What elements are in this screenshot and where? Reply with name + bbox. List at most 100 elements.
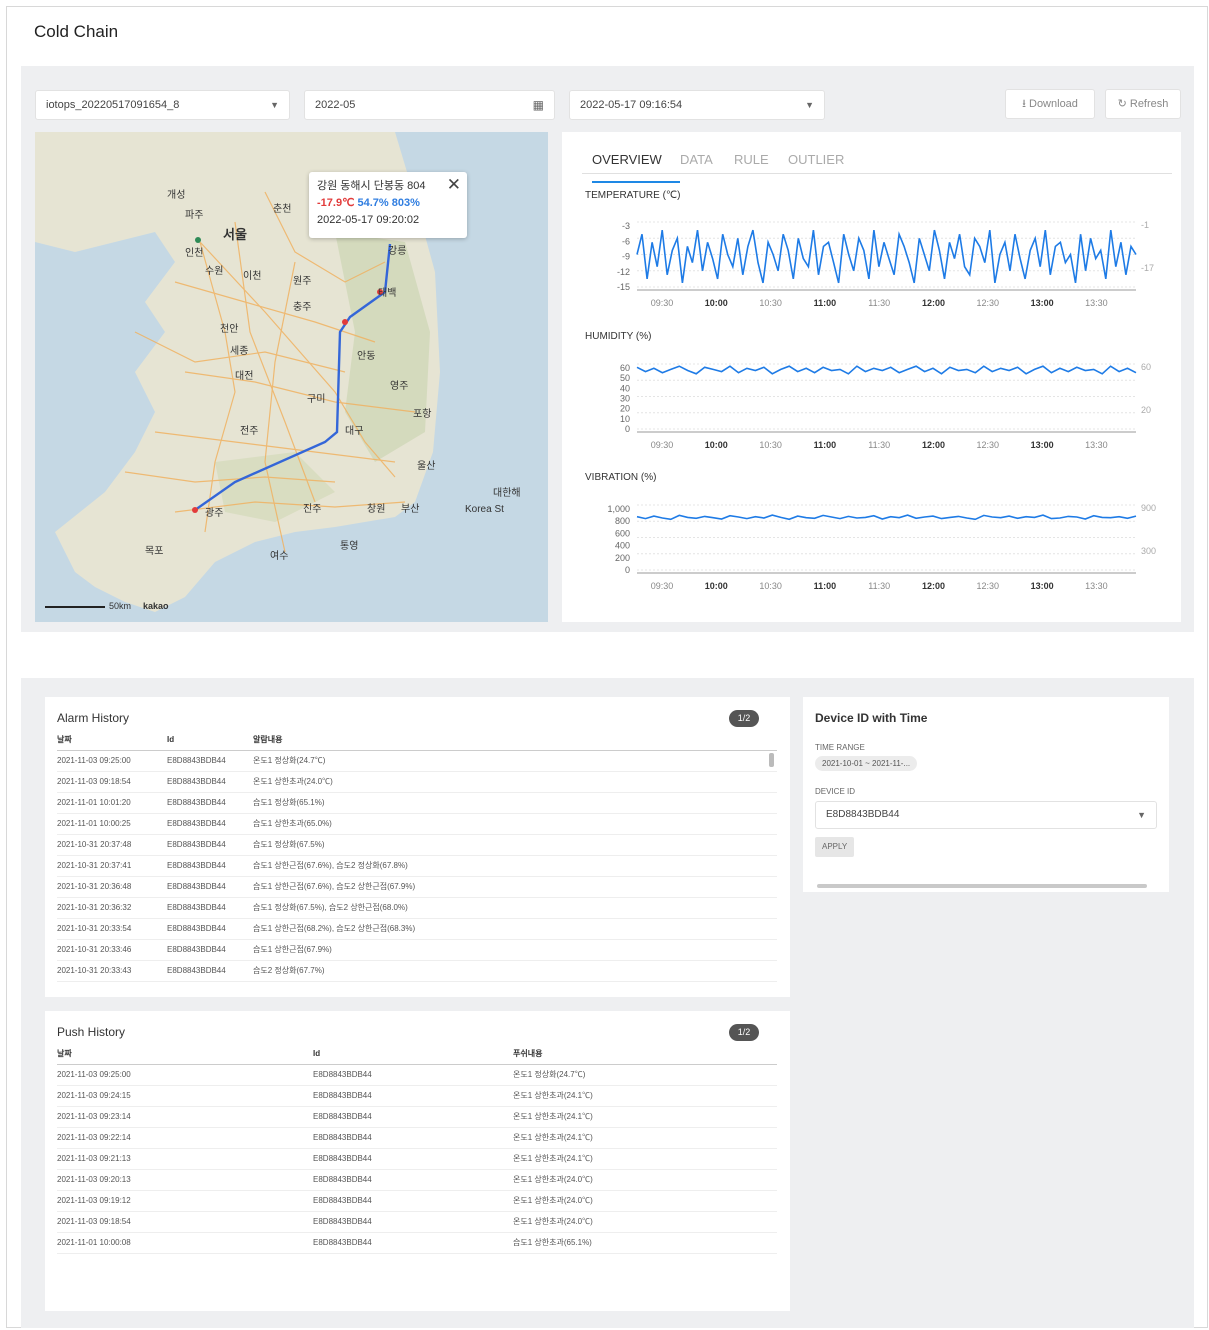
time-select-value: 2022-05-17 09:16:54 xyxy=(580,99,683,111)
popup-timestamp: 2022-05-17 09:20:02 xyxy=(317,214,420,226)
place-label: 구미 xyxy=(307,394,326,405)
popup-address: 강원 동해시 단봉동 804 xyxy=(317,180,426,192)
push-history-pagination[interactable]: 1/2 xyxy=(729,1024,759,1041)
alarm-row[interactable]: 2021-11-03 09:18:54 E8D8843BDB44 온도1 상한초과(… xyxy=(57,771,777,793)
refresh-button[interactable]: ↻ Refresh xyxy=(1105,89,1181,119)
table-cell: E8D8843BDB44 xyxy=(313,1085,513,1107)
alarm-row[interactable]: 2021-10-31 20:37:48 E8D8843BDB44 습도1 정상화(6… xyxy=(57,834,777,856)
temperature-y-tick: -3 xyxy=(622,221,630,231)
humidity-x-tick: 13:00 xyxy=(1031,440,1054,450)
push-row[interactable]: 2021-11-03 09:25:00 E8D8843BDB44 온도1 정상화(2… xyxy=(57,1064,777,1086)
refresh-icon: ↻ xyxy=(1117,98,1127,110)
temperature-x-tick: 12:30 xyxy=(977,298,1000,308)
close-icon[interactable]: ✕ xyxy=(447,176,461,193)
place-label: 대한해 xyxy=(493,488,521,499)
place-label: 포항 xyxy=(413,409,432,420)
table-cell: 온도1 상한초과(24.1℃) xyxy=(513,1127,777,1149)
vibration-y-tick: 200 xyxy=(615,553,630,563)
month-input[interactable]: 2022-05 ▦ xyxy=(304,90,555,120)
place-label: 안동 xyxy=(357,351,376,362)
temperature-y-tick: -12 xyxy=(617,267,630,277)
place-label: 천안 xyxy=(220,324,239,335)
vibration-x-tick: 13:00 xyxy=(1031,581,1054,591)
push-row[interactable]: 2021-11-03 09:18:54 E8D8843BDB44 온도1 상한초과(… xyxy=(57,1211,777,1233)
overview-charts: -3 -6 -9 -12 -15 -1 -17 09:30 10:00 10:30 11:00 11:… xyxy=(607,220,1156,591)
place-label: 원주 xyxy=(293,276,312,287)
place-label: 이천 xyxy=(243,271,262,282)
alarm-row[interactable]: 2021-11-01 10:00:25 E8D8843BDB44 습도1 상한초과(… xyxy=(57,813,777,835)
alarm-row[interactable]: 2021-10-31 20:36:48 E8D8843BDB44 습도1 상한근접(… xyxy=(57,876,777,898)
table-cell: E8D8843BDB44 xyxy=(167,813,253,835)
column-header-content[interactable]: 알람내용 xyxy=(253,730,777,751)
table-cell: 온도1 상한초과(24.0℃) xyxy=(513,1211,777,1233)
humidity-y-tick: 20 xyxy=(620,404,630,414)
route-marker xyxy=(342,319,348,325)
place-label: 창원 xyxy=(367,504,386,515)
table-cell: 2021-10-31 20:37:41 xyxy=(57,855,167,877)
alarm-row[interactable]: 2021-11-03 09:25:00 E8D8843BDB44 온도1 정상화(2… xyxy=(57,750,777,772)
map-view[interactable]: 서울 인천 개성 파주 춘천 수원 이천 원주 충주 천안 세종 대전 안동 구미 대구 전주 광주 포항 울산 진주… xyxy=(35,132,548,622)
humidity-y-tick: 60 xyxy=(620,363,630,373)
alarm-row[interactable]: 2021-10-31 20:37:41 E8D8843BDB44 습도1 상한근접(… xyxy=(57,855,777,877)
time-select[interactable]: 2022-05-17 09:16:54 ▼ xyxy=(569,90,825,120)
horizontal-scrollbar[interactable] xyxy=(817,884,1147,888)
push-history-table: 날짜 Id 푸쉬내용 2021-11-03 09:25:00 E8D8843BDB… xyxy=(57,1044,777,1254)
column-header-date[interactable]: 날짜 xyxy=(57,1044,313,1065)
map-info-popup: ✕ 강원 동해시 단봉동 804 -17.9℃ 54.7% 803% 2022-… xyxy=(309,172,467,238)
humidity-threshold-label: 20 xyxy=(1141,405,1151,415)
push-row[interactable]: 2021-11-03 09:21:13 E8D8843BDB44 온도1 상한초과(… xyxy=(57,1148,777,1170)
table-cell: 2021-11-01 10:01:20 xyxy=(57,792,167,814)
device-id-select[interactable]: E8D8843BDB44 ▼ xyxy=(815,801,1157,829)
column-header-content[interactable]: 푸쉬내용 xyxy=(513,1044,777,1065)
push-row[interactable]: 2021-11-03 09:20:13 E8D8843BDB44 온도1 상한초과(… xyxy=(57,1169,777,1191)
table-cell: 2021-11-03 09:21:13 xyxy=(57,1148,313,1170)
table-cell: 2021-11-01 10:00:25 xyxy=(57,813,167,835)
temperature-threshold-label: -1 xyxy=(1141,220,1149,230)
vibration-x-tick: 12:30 xyxy=(977,581,1000,591)
place-label: 광주 xyxy=(205,508,224,519)
column-header-date[interactable]: 날짜 xyxy=(57,730,167,751)
vibration-y-tick: 0 xyxy=(625,565,630,575)
device-id-label: DEVICE ID xyxy=(815,787,856,796)
table-cell: E8D8843BDB44 xyxy=(167,792,253,814)
device-select[interactable]: iotops_20220517091654_8 ▼ xyxy=(35,90,290,120)
device-id-value: E8D8843BDB44 xyxy=(826,809,900,820)
humidity-x-tick: 09:30 xyxy=(651,440,674,450)
table-cell: 2021-11-03 09:23:14 xyxy=(57,1106,313,1128)
push-row[interactable]: 2021-11-03 09:23:14 E8D8843BDB44 온도1 상한초과(… xyxy=(57,1106,777,1128)
table-cell: E8D8843BDB44 xyxy=(167,855,253,877)
place-label: 전주 xyxy=(240,426,259,437)
push-row[interactable]: 2021-11-03 09:24:15 E8D8843BDB44 온도1 상한초과(… xyxy=(57,1085,777,1107)
table-cell: 2021-10-31 20:33:43 xyxy=(57,960,167,982)
alarm-row[interactable]: 2021-10-31 20:33:43 E8D8843BDB44 습도2 정상화(6… xyxy=(57,960,777,982)
alarm-history-pagination[interactable]: 1/2 xyxy=(729,710,759,727)
place-label: 울산 xyxy=(417,461,436,472)
place-label: 대구 xyxy=(345,426,364,437)
column-header-id[interactable]: Id xyxy=(313,1044,513,1065)
alarm-row[interactable]: 2021-10-31 20:33:46 E8D8843BDB44 습도1 상한근접(… xyxy=(57,939,777,961)
push-row[interactable]: 2021-11-03 09:19:12 E8D8843BDB44 온도1 상한초과(… xyxy=(57,1190,777,1212)
download-icon: ⭳ xyxy=(1022,98,1026,110)
month-input-value: 2022-05 xyxy=(315,99,356,111)
download-button[interactable]: ⭳ Download xyxy=(1005,89,1095,119)
push-row[interactable]: 2021-11-03 09:22:14 E8D8843BDB44 온도1 상한초과(… xyxy=(57,1127,777,1149)
alarm-history-card: Alarm History 1/2 날짜 Id 알람내용 2021-11-03 … xyxy=(45,697,790,997)
alarm-row[interactable]: 2021-11-01 10:01:20 E8D8843BDB44 습도1 정상화(6… xyxy=(57,792,777,814)
column-header-id[interactable]: Id xyxy=(167,730,253,751)
table-cell: 습도1 상한초과(65.1%) xyxy=(513,1232,777,1254)
temperature-x-tick: 11:00 xyxy=(814,298,837,308)
table-cell: E8D8843BDB44 xyxy=(167,897,253,919)
vibration-x-tick: 11:00 xyxy=(814,581,837,591)
alarm-row[interactable]: 2021-10-31 20:33:54 E8D8843BDB44 습도1 상한근접(… xyxy=(57,918,777,940)
table-cell: 습도1 정상화(67.5%), 습도2 상한근접(68.0%) xyxy=(253,897,777,919)
alarm-row[interactable]: 2021-10-31 20:36:32 E8D8843BDB44 습도1 정상화(6… xyxy=(57,897,777,919)
apply-button[interactable]: APPLY xyxy=(815,837,855,857)
table-cell: E8D8843BDB44 xyxy=(313,1064,513,1086)
time-range-chip[interactable]: 2021-10-01 ~ 2021-11-... xyxy=(815,756,918,771)
push-row[interactable]: 2021-11-01 10:00:08 E8D8843BDB44 습도1 상한초과(… xyxy=(57,1232,777,1254)
place-label: 태백 xyxy=(378,288,397,299)
scrollbar-thumb[interactable] xyxy=(769,753,774,767)
chevron-down-icon: ▼ xyxy=(805,100,814,110)
table-cell: 온도1 상한초과(24.0℃) xyxy=(253,771,777,793)
table-cell: 습도1 상한근접(68.2%), 습도2 상한근접(68.3%) xyxy=(253,918,777,940)
